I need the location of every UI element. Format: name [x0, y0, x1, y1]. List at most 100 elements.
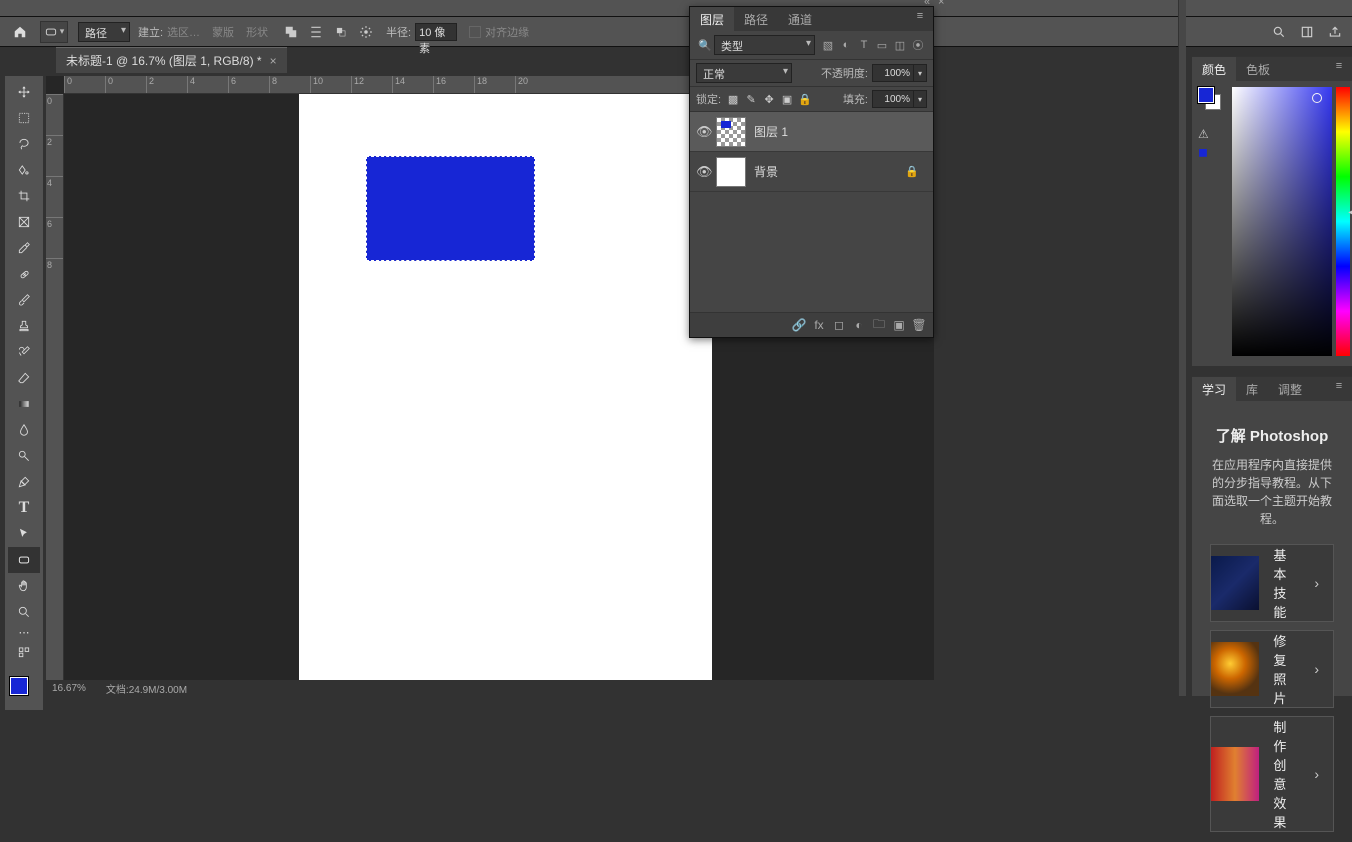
layer-thumbnail[interactable]: [716, 157, 746, 187]
tab-libraries[interactable]: 库: [1236, 377, 1268, 401]
websafe-icon[interactable]: ◼: [1198, 145, 1209, 159]
eyedropper-tool[interactable]: [8, 235, 40, 261]
layer-visibility-icon[interactable]: 👁: [696, 164, 716, 180]
eraser-tool[interactable]: [8, 365, 40, 391]
filter-adjust-icon[interactable]: ◐: [837, 36, 855, 54]
tool-mode-dropdown[interactable]: 路径: [78, 22, 130, 42]
hue-indicator-icon[interactable]: ◀: [1348, 207, 1352, 218]
panel-menu-icon[interactable]: ≡: [1330, 377, 1348, 395]
tab-learn[interactable]: 学习: [1192, 377, 1236, 401]
filter-toggle-icon[interactable]: ⦿: [909, 36, 927, 54]
layer-fx-icon[interactable]: fx: [809, 316, 829, 334]
lock-position-icon[interactable]: ✥: [761, 91, 777, 107]
opacity-dropdown-icon[interactable]: ▾: [914, 64, 927, 82]
share-icon[interactable]: [1324, 21, 1346, 43]
tab-color[interactable]: 颜色: [1192, 57, 1236, 81]
frame-tool[interactable]: [8, 209, 40, 235]
learn-title: 了解 Photoshop: [1202, 425, 1342, 446]
layer-item[interactable]: 👁 背景 🔒: [690, 152, 933, 192]
path-select-tool[interactable]: [8, 521, 40, 547]
layers-list: 👁 图层 1 👁 背景 🔒: [690, 112, 933, 312]
history-brush-tool[interactable]: [8, 339, 40, 365]
filter-type-icon[interactable]: T: [855, 36, 873, 54]
zoom-tool[interactable]: [8, 599, 40, 625]
shape-preset-picker[interactable]: ▾: [40, 21, 68, 43]
layer-item[interactable]: 👁 图层 1: [690, 112, 933, 152]
edit-toolbar-button[interactable]: [8, 639, 40, 665]
hand-tool[interactable]: [8, 573, 40, 599]
lock-all-icon[interactable]: 🔒: [797, 91, 813, 107]
fill-input[interactable]: 100%: [872, 90, 914, 108]
panel-menu-icon[interactable]: ≡: [1330, 57, 1348, 75]
hue-slider[interactable]: [1336, 87, 1350, 356]
make-shape-button[interactable]: 形状: [246, 24, 268, 40]
foreground-color-chip[interactable]: [10, 677, 28, 695]
make-selection-button[interactable]: 选区…: [167, 24, 200, 40]
lock-brush-icon[interactable]: ✎: [743, 91, 759, 107]
lesson-item[interactable]: 修复照片 ›: [1210, 630, 1334, 708]
learn-panel: 学习 库 调整 ≡ 了解 Photoshop 在应用程序内直接提供的分步指导教程…: [1192, 376, 1352, 696]
panel-close-icon[interactable]: ×: [938, 0, 950, 8]
move-tool[interactable]: [8, 79, 40, 105]
gamut-warning-icon[interactable]: ⚠: [1198, 127, 1209, 141]
lesson-item[interactable]: 基本技能 ›: [1210, 544, 1334, 622]
filter-shape-icon[interactable]: ▭: [873, 36, 891, 54]
path-arrange-icon[interactable]: [330, 21, 352, 43]
workspace-icon[interactable]: [1296, 21, 1318, 43]
layer-visibility-icon[interactable]: 👁: [696, 124, 716, 140]
tab-paths[interactable]: 路径: [734, 7, 778, 31]
brush-tool[interactable]: [8, 287, 40, 313]
path-align-icon[interactable]: [305, 21, 327, 43]
fill-dropdown-icon[interactable]: ▾: [914, 90, 927, 108]
filter-smart-icon[interactable]: ◫: [891, 36, 909, 54]
new-layer-icon[interactable]: ▣: [889, 316, 909, 334]
tab-layers[interactable]: 图层: [690, 7, 734, 31]
type-tool[interactable]: T: [8, 495, 40, 521]
panel-menu-icon[interactable]: ≡: [911, 7, 929, 25]
tab-adjustments[interactable]: 调整: [1268, 377, 1312, 401]
filter-pixel-icon[interactable]: ▧: [819, 36, 837, 54]
chevron-right-icon: ›: [1300, 661, 1333, 677]
lasso-tool[interactable]: [8, 131, 40, 157]
color-picker-marker[interactable]: [1312, 93, 1322, 103]
search-icon[interactable]: [1268, 21, 1290, 43]
lesson-item[interactable]: 制作创意效果 ›: [1210, 716, 1334, 832]
align-edges-checkbox[interactable]: [469, 26, 481, 38]
lock-pixels-icon[interactable]: ▩: [725, 91, 741, 107]
filter-kind-dropdown[interactable]: 类型: [714, 35, 815, 55]
lock-artboard-icon[interactable]: ▣: [779, 91, 795, 107]
crop-tool[interactable]: [8, 183, 40, 209]
delete-layer-icon[interactable]: 🗑: [909, 316, 929, 334]
shape-tool[interactable]: [8, 547, 40, 573]
close-tab-icon[interactable]: ×: [270, 54, 277, 68]
document-tab[interactable]: 未标题-1 @ 16.7% (图层 1, RGB/8) * ×: [56, 47, 287, 73]
link-layers-icon[interactable]: 🔗: [789, 316, 809, 334]
tab-swatches[interactable]: 色板: [1236, 57, 1280, 81]
pen-tool[interactable]: [8, 469, 40, 495]
zoom-level[interactable]: 16.67%: [52, 683, 86, 694]
filter-search-icon[interactable]: 🔍: [696, 36, 714, 54]
blur-tool[interactable]: [8, 417, 40, 443]
opacity-input[interactable]: 100%: [872, 64, 914, 82]
path-op-combine-icon[interactable]: [280, 21, 302, 43]
blend-mode-dropdown[interactable]: 正常: [696, 63, 792, 83]
radius-input[interactable]: 10 像素: [415, 23, 457, 41]
adjustment-layer-icon[interactable]: ◐: [849, 316, 869, 334]
color-field[interactable]: [1232, 87, 1332, 356]
stamp-tool[interactable]: [8, 313, 40, 339]
layer-thumbnail[interactable]: [716, 117, 746, 147]
color-chips[interactable]: [8, 675, 40, 707]
make-mask-button[interactable]: 蒙版: [212, 24, 234, 40]
gradient-tool[interactable]: [8, 391, 40, 417]
tab-channels[interactable]: 通道: [778, 7, 822, 31]
selection-marquee[interactable]: [366, 156, 535, 261]
quick-select-tool[interactable]: [8, 157, 40, 183]
layer-name-label: 图层 1: [754, 123, 788, 140]
gear-icon[interactable]: [355, 21, 377, 43]
dodge-tool[interactable]: [8, 443, 40, 469]
healing-tool[interactable]: [8, 261, 40, 287]
home-button[interactable]: [8, 20, 32, 44]
marquee-tool[interactable]: [8, 105, 40, 131]
layer-group-icon[interactable]: 🗀: [869, 316, 889, 334]
layer-mask-icon[interactable]: ◻: [829, 316, 849, 334]
